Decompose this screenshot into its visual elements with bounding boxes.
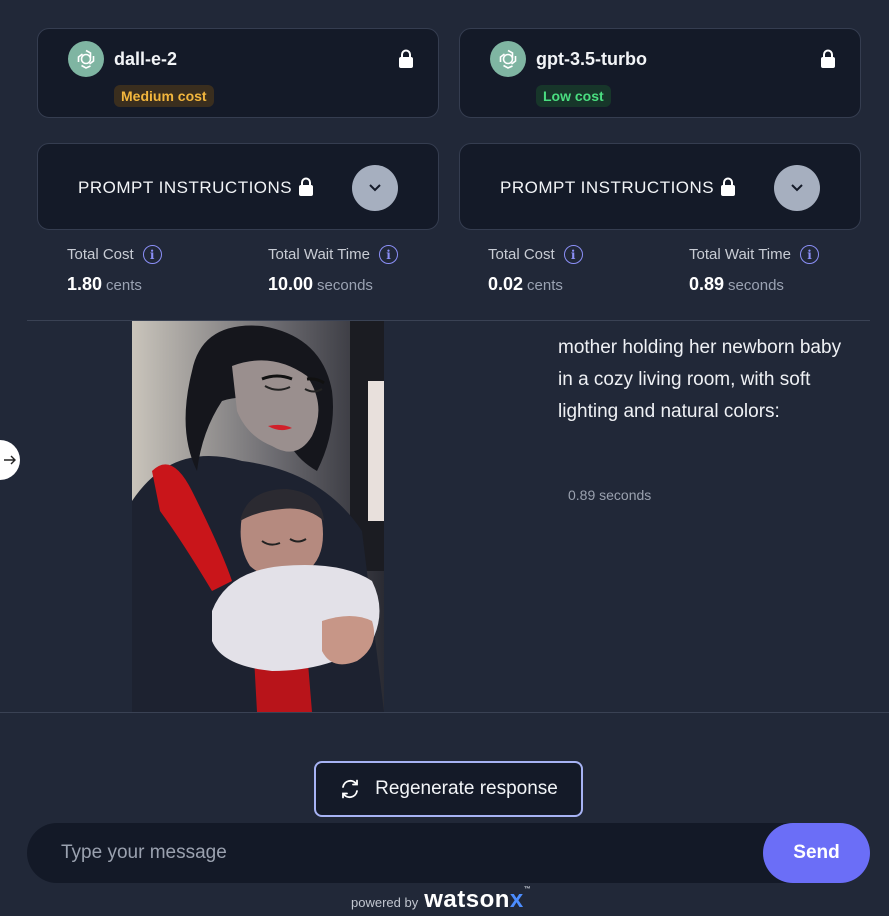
generated-image — [132, 321, 384, 712]
cost-badge: Medium cost — [114, 85, 214, 107]
response-time: 0.89 seconds — [568, 487, 652, 503]
model-name: gpt-3.5-turbo — [536, 49, 647, 69]
powered-by-footer: powered by watsonx™ — [351, 886, 531, 914]
model-card-dall-e-2: dall-e-2 Medium cost — [37, 28, 439, 118]
stat-label: Total Wait Time — [689, 246, 791, 263]
sidebar-toggle-button[interactable] — [0, 440, 20, 480]
total-wait-time-stat: Total Wait Time i 10.00 seconds — [268, 245, 398, 295]
prompt-instructions-label: PROMPT INSTRUCTIONS — [78, 178, 293, 197]
info-icon[interactable]: i — [378, 245, 398, 264]
lock-icon — [399, 49, 413, 68]
message-composer: Send — [27, 823, 870, 883]
prompt-instructions-panel[interactable]: PROMPT INSTRUCTIONS — [459, 143, 861, 230]
divider — [27, 320, 870, 321]
arrow-right-icon — [4, 455, 16, 465]
send-button[interactable]: Send — [763, 823, 870, 883]
refresh-icon — [342, 779, 359, 799]
expand-button[interactable] — [774, 165, 820, 211]
cost-badge: Low cost — [536, 85, 611, 107]
total-wait-time-stat: Total Wait Time i 0.89 seconds — [689, 245, 819, 295]
lock-icon — [821, 49, 835, 68]
powered-by-label: powered by — [351, 895, 419, 910]
model-name: dall-e-2 — [114, 49, 178, 69]
divider — [0, 712, 889, 713]
regenerate-label: Regenerate response — [375, 778, 558, 799]
prompt-instructions-label: PROMPT INSTRUCTIONS — [500, 178, 715, 197]
lock-icon — [299, 177, 313, 196]
response-scroll-mask — [558, 300, 858, 320]
info-icon[interactable]: i — [142, 245, 162, 264]
chevron-down-icon — [369, 184, 381, 192]
expand-button[interactable] — [352, 165, 398, 211]
stat-value: 1.80 — [67, 274, 103, 294]
prompt-instructions-panel[interactable]: PROMPT INSTRUCTIONS — [37, 143, 439, 230]
openai-logo-icon — [68, 41, 104, 77]
stat-label: Total Cost — [488, 246, 555, 263]
total-cost-stat: Total Cost i 1.80 cents — [67, 245, 162, 295]
lock-icon — [721, 177, 735, 196]
response-text: mother holding her newborn baby in a coz… — [558, 337, 842, 422]
stat-unit: seconds — [317, 277, 373, 294]
stat-label: Total Cost — [67, 246, 134, 263]
info-icon[interactable]: i — [563, 245, 583, 264]
regenerate-response-button[interactable]: Regenerate response — [314, 761, 583, 817]
model-card-gpt-3.5-turbo: gpt-3.5-turbo Low cost — [459, 28, 861, 118]
stat-value: 0.89 — [689, 274, 725, 294]
stat-label: Total Wait Time — [268, 246, 370, 263]
stat-value: 0.02 — [488, 274, 524, 294]
stat-unit: cents — [106, 277, 142, 294]
total-cost-stat: Total Cost i 0.02 cents — [488, 245, 583, 295]
watsonx-logo: watsonx™ — [424, 886, 532, 913]
stat-unit: cents — [527, 277, 563, 294]
stat-value: 10.00 — [268, 274, 314, 294]
info-icon[interactable]: i — [799, 245, 819, 264]
openai-logo-icon — [490, 41, 526, 77]
chevron-down-icon — [791, 184, 803, 192]
message-input[interactable] — [61, 823, 741, 883]
stat-unit: seconds — [728, 277, 784, 294]
